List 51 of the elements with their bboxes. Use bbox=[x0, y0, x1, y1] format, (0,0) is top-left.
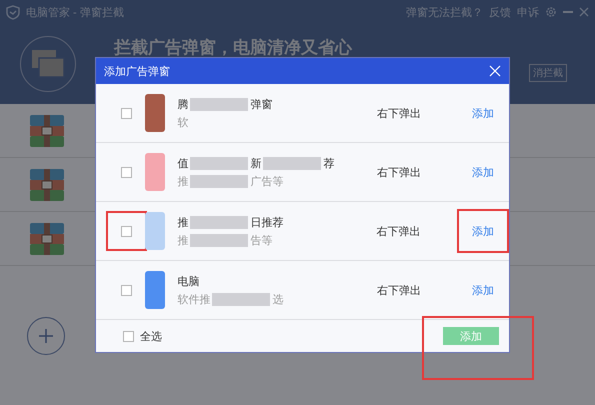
checkbox[interactable] bbox=[120, 166, 132, 178]
shield-icon bbox=[6, 4, 20, 20]
app-name: 电脑 bbox=[177, 274, 200, 288]
header-link[interactable]: 弹窗无法拦截？ bbox=[406, 4, 483, 20]
app-description: 广告等 bbox=[250, 174, 284, 188]
app-name: 值 bbox=[177, 156, 188, 170]
blurred-text bbox=[190, 234, 248, 246]
window-title: 电脑管家 - 弹窗拦截 bbox=[26, 6, 124, 20]
cancel-block-button[interactable]: 消拦截 bbox=[529, 64, 567, 82]
popup-position: 右下弹出 bbox=[376, 106, 422, 120]
popup-position: 右下弹出 bbox=[376, 166, 422, 180]
settings-icon[interactable] bbox=[545, 6, 557, 18]
archive-icon bbox=[28, 166, 66, 202]
blurred-text bbox=[212, 292, 270, 306]
app-name: 新 bbox=[250, 156, 262, 170]
add-link[interactable]: 添加 bbox=[472, 282, 494, 298]
headline-text: 拦截广告弹窗，电脑清净又省心 bbox=[114, 36, 352, 58]
app-name: 日推荐 bbox=[250, 216, 284, 230]
app-name: 弹窗 bbox=[250, 98, 272, 112]
checkbox[interactable] bbox=[123, 330, 134, 342]
header-link[interactable]: 反馈 bbox=[489, 4, 511, 20]
blurred-text bbox=[263, 156, 322, 170]
archive-icon bbox=[28, 112, 66, 148]
app-name: 腾 bbox=[177, 98, 188, 112]
app-description: 软件推 bbox=[177, 292, 210, 306]
blurred-text bbox=[190, 156, 248, 170]
checkbox[interactable] bbox=[121, 226, 132, 236]
archive-icon bbox=[28, 220, 66, 256]
add-link[interactable]: 添加 bbox=[472, 224, 494, 238]
app-description: 推 bbox=[177, 234, 188, 248]
popup-position: 右下弹出 bbox=[376, 224, 422, 238]
blurred-text bbox=[190, 174, 248, 188]
app-description: 推 bbox=[177, 174, 188, 188]
app-description: 告等 bbox=[250, 234, 272, 248]
select-all-label[interactable]: 全选 bbox=[140, 328, 162, 344]
plus-icon bbox=[39, 328, 53, 342]
checkbox[interactable] bbox=[120, 108, 132, 118]
popup-position: 右下弹出 bbox=[376, 284, 422, 298]
blurred-text bbox=[190, 216, 248, 228]
app-name: 荐 bbox=[323, 156, 334, 170]
add-button[interactable] bbox=[27, 316, 65, 354]
app-description: 选 bbox=[272, 292, 284, 306]
checkbox[interactable] bbox=[120, 284, 132, 296]
dialog-title: 添加广告弹窗 bbox=[104, 64, 170, 78]
add-link[interactable]: 添加 bbox=[472, 164, 494, 180]
windows-icon bbox=[20, 36, 76, 92]
blurred-text bbox=[190, 98, 248, 110]
app-description: 软 bbox=[177, 116, 188, 130]
header-link[interactable]: 申诉 bbox=[517, 4, 539, 20]
app-name: 推 bbox=[177, 216, 188, 230]
add-link[interactable]: 添加 bbox=[472, 106, 494, 120]
